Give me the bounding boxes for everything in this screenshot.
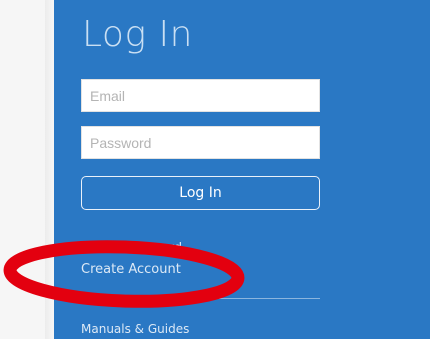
left-gutter <box>0 0 46 339</box>
panel-shadow <box>45 0 54 339</box>
create-account-link[interactable]: Create Account <box>81 262 181 277</box>
login-button[interactable]: Log In <box>81 176 320 210</box>
email-field[interactable] <box>81 79 320 112</box>
login-button-label: Log In <box>179 185 222 201</box>
page: Log In Log In Reset Password Create Acco… <box>0 0 430 339</box>
manuals-guides-link[interactable]: Manuals & Guides <box>81 322 189 336</box>
divider <box>81 298 320 299</box>
password-field[interactable] <box>81 126 320 159</box>
page-title: Log In <box>82 14 193 55</box>
reset-password-link[interactable]: Reset Password <box>81 241 182 256</box>
